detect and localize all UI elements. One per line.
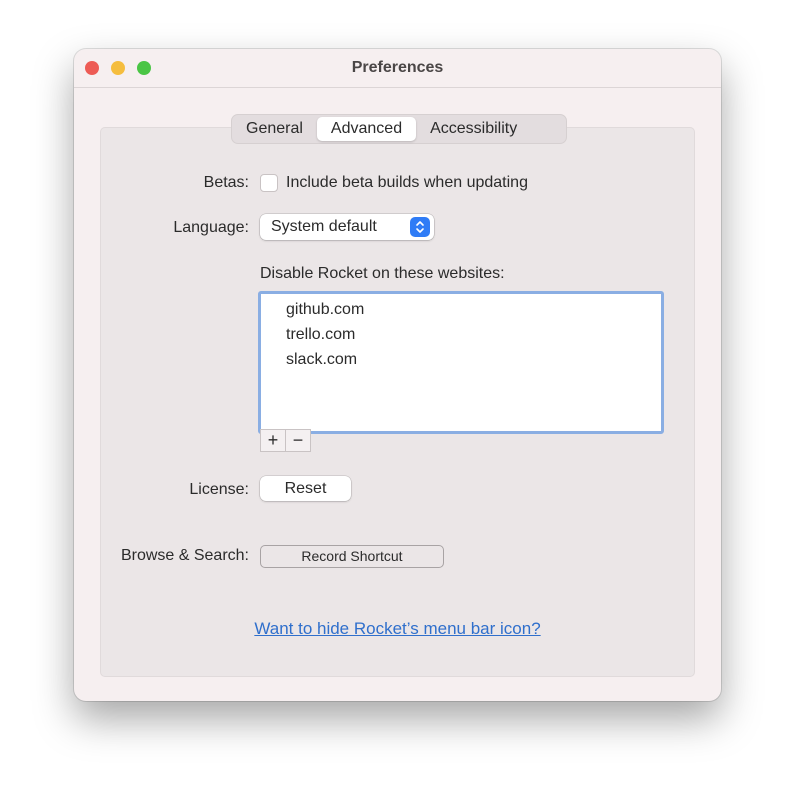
list-item[interactable]: slack.com — [286, 351, 357, 369]
up-down-chevron-icon — [410, 217, 430, 237]
hide-menu-bar-icon-link[interactable]: Want to hide Rocket’s menu bar icon? — [74, 619, 721, 639]
language-select-value: System default — [271, 218, 377, 235]
disabled-sites-list[interactable]: github.com trello.com slack.com — [258, 291, 664, 434]
window-title: Preferences — [351, 59, 444, 76]
tab-advanced[interactable]: Advanced — [316, 117, 417, 141]
disabled-sites-label: Disable Rocket on these websites: — [260, 265, 505, 282]
browse-search-label: Browse & Search: — [120, 547, 249, 564]
tab-accessibility[interactable]: Accessibility — [416, 117, 531, 141]
license-label: License: — [189, 481, 249, 498]
tab-bar: General Advanced Accessibility — [231, 114, 567, 144]
betas-label: Betas: — [203, 174, 249, 191]
language-label: Language: — [173, 219, 249, 236]
language-select[interactable]: System default — [260, 214, 434, 240]
remove-site-button[interactable]: − — [285, 429, 311, 452]
record-shortcut-button[interactable]: Record Shortcut — [260, 545, 444, 568]
tab-general[interactable]: General — [232, 117, 317, 141]
list-item[interactable]: trello.com — [286, 326, 355, 344]
beta-builds-checkbox-label[interactable]: Include beta builds when updating — [286, 174, 528, 192]
reset-license-button[interactable]: Reset — [260, 476, 351, 501]
title-bar: Preferences — [74, 49, 721, 88]
add-site-button[interactable]: + — [260, 429, 286, 452]
beta-builds-checkbox[interactable] — [260, 174, 278, 192]
preferences-window: Preferences General Advanced Accessibili… — [74, 49, 721, 701]
list-item[interactable]: github.com — [286, 301, 364, 319]
